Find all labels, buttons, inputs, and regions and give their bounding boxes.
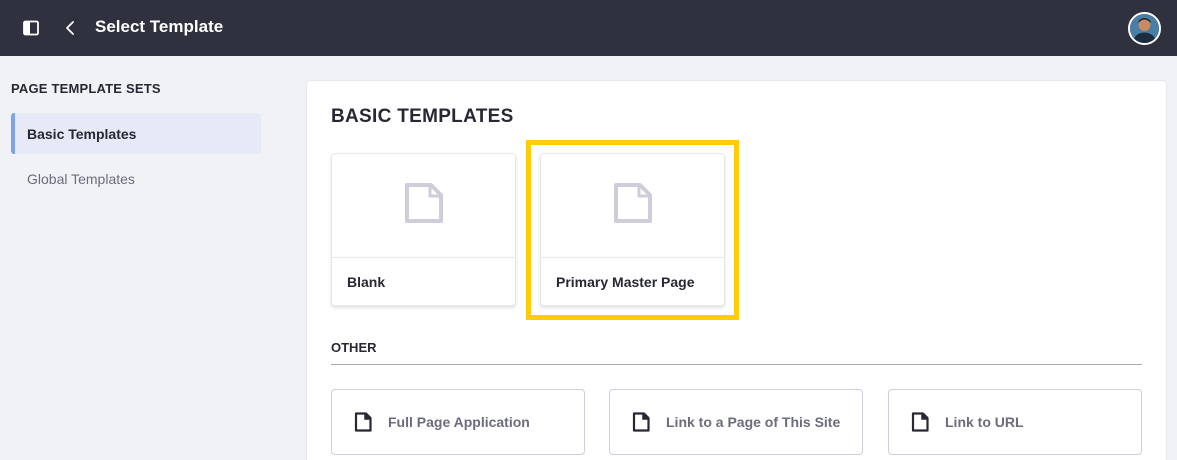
sidebar-item-global-templates[interactable]: Global Templates — [11, 158, 261, 199]
other-item-link-to-url[interactable]: Link to URL — [888, 389, 1142, 455]
sidebar-panel-icon[interactable] — [23, 20, 39, 36]
page-icon — [612, 182, 654, 229]
card-label: Primary Master Page — [556, 274, 695, 290]
other-item-link-to-page[interactable]: Link to a Page of This Site — [609, 389, 863, 455]
other-item-full-page-application[interactable]: Full Page Application — [331, 389, 585, 455]
other-item-label: Link to URL — [945, 414, 1024, 430]
other-heading: OTHER — [331, 340, 377, 355]
card-thumbnail — [332, 154, 515, 258]
chevron-left-icon[interactable] — [63, 19, 79, 37]
other-item-label: Full Page Application — [388, 414, 530, 430]
top-bar: Select Template — [0, 0, 1177, 56]
sidebar-heading: PAGE TEMPLATE SETS — [11, 81, 161, 96]
other-item-label: Link to a Page of This Site — [666, 414, 841, 430]
section-title: BASIC TEMPLATES — [331, 106, 514, 127]
divider — [331, 364, 1142, 365]
card-thumbnail — [541, 154, 724, 258]
sidebar-item-label: Basic Templates — [27, 125, 137, 142]
sidebar-item-basic-templates[interactable]: Basic Templates — [11, 113, 261, 154]
page-title: Select Template — [95, 17, 224, 36]
page-icon — [911, 412, 929, 432]
sidebar-item-label: Global Templates — [27, 170, 135, 187]
template-card-primary-master-page[interactable]: Primary Master Page — [540, 153, 725, 306]
page-icon — [354, 412, 372, 432]
template-card-blank[interactable]: Blank — [331, 153, 516, 306]
page-icon — [403, 182, 445, 229]
card-label: Blank — [347, 274, 386, 290]
page-icon — [632, 412, 650, 432]
user-avatar[interactable] — [1128, 12, 1161, 45]
